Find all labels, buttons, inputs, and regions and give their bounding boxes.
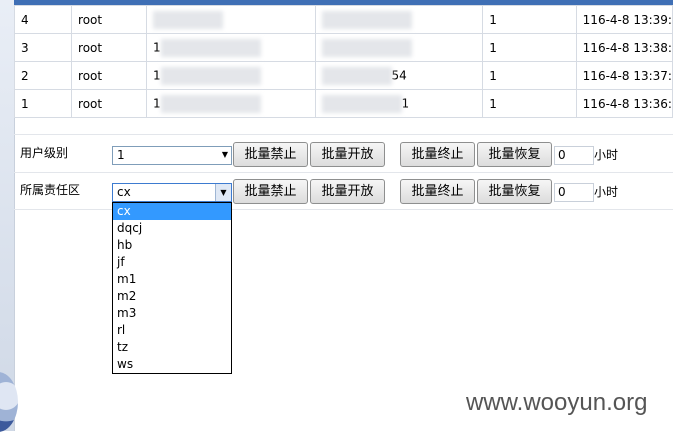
batch-stop-button[interactable]: 批量终止 xyxy=(400,142,475,167)
dropdown-option[interactable]: m2 xyxy=(113,288,231,305)
row-redacted-ip: 1 xyxy=(146,61,316,90)
watermark-text: www.wooyun.org xyxy=(466,389,648,416)
partial-text: 1 xyxy=(401,96,410,110)
row-time: 116-4-8 13:36: xyxy=(575,89,673,118)
zone-dropdown-list[interactable]: cx dqcj hb jf m1 m2 m3 rl tz ws xyxy=(112,202,232,374)
dropdown-option[interactable]: jf xyxy=(113,254,231,271)
hours-unit-label: 小时 xyxy=(594,148,619,162)
table-row: 3 root 1 1 116-4-8 13:38: xyxy=(13,33,673,62)
row-user: root xyxy=(71,33,148,62)
row-redacted-host xyxy=(314,33,484,62)
table-row: 1 root 1 1 1 116-4-8 13:36: xyxy=(13,89,673,118)
batch-ban-button[interactable]: 批量禁止 xyxy=(233,179,308,204)
decorative-globe-icon xyxy=(0,372,18,432)
user-level-value: 1 xyxy=(117,148,125,162)
batch-restore-button[interactable]: 批量恢复 xyxy=(477,179,552,204)
row-redacted-ip xyxy=(146,5,316,34)
row-user: root xyxy=(71,61,148,90)
batch-stop-button[interactable]: 批量终止 xyxy=(400,179,475,204)
dropdown-option[interactable]: ws xyxy=(113,356,231,373)
zone-value: cx xyxy=(117,185,131,199)
hours-input[interactable]: 0 xyxy=(554,146,594,165)
row-count: 1 xyxy=(482,5,577,34)
dropdown-option[interactable]: rl xyxy=(113,322,231,339)
row-redacted-host: 1 xyxy=(314,89,484,118)
row-id: 1 xyxy=(13,89,73,118)
hours-input[interactable]: 0 xyxy=(554,183,594,202)
table-row: 2 root 1 54 1 116-4-8 13:37: xyxy=(13,61,673,90)
row-redacted-host: 54 xyxy=(314,61,484,90)
batch-restore-button[interactable]: 批量恢复 xyxy=(477,142,552,167)
row-count: 1 xyxy=(482,61,577,90)
row-id: 2 xyxy=(13,61,73,90)
row-id: 3 xyxy=(13,33,73,62)
dropdown-option[interactable]: hb xyxy=(113,237,231,254)
dropdown-option[interactable]: cx xyxy=(113,203,231,220)
zone-label: 所属责任区 xyxy=(20,183,81,197)
batch-open-button[interactable]: 批量开放 xyxy=(310,142,385,167)
dropdown-option[interactable]: m3 xyxy=(113,305,231,322)
dropdown-option[interactable]: dqcj xyxy=(113,220,231,237)
batch-open-button[interactable]: 批量开放 xyxy=(310,179,385,204)
row-time: 116-4-8 13:37: xyxy=(575,61,673,90)
zone-select[interactable]: cx ▼ xyxy=(112,183,232,202)
chevron-down-icon[interactable]: ▼ xyxy=(215,184,231,201)
row-redacted-ip: 1 xyxy=(146,33,316,62)
table-row: 4 root 1 116-4-8 13:39: xyxy=(13,5,673,34)
row-time: 116-4-8 13:38: xyxy=(575,33,673,62)
row-count: 1 xyxy=(482,33,577,62)
partial-text: 1 xyxy=(153,96,161,110)
partial-text: 54 xyxy=(391,68,407,82)
row-redacted-ip: 1 xyxy=(146,89,316,118)
left-sidebar-strip xyxy=(0,0,15,431)
user-level-row: 用户级别 1 ▼ 批量禁止 批量开放 批量终止 批量恢复 0 小时 xyxy=(14,134,673,173)
batch-ban-button[interactable]: 批量禁止 xyxy=(233,142,308,167)
row-id: 4 xyxy=(13,5,73,34)
row-time: 116-4-8 13:39: xyxy=(575,5,673,34)
row-count: 1 xyxy=(482,89,577,118)
partial-text: 1 xyxy=(153,68,161,82)
row-user: root xyxy=(71,5,148,34)
dropdown-option[interactable]: tz xyxy=(113,339,231,356)
chevron-down-icon[interactable]: ▼ xyxy=(222,150,228,159)
log-table: 4 root 1 116-4-8 13:39: 3 root 1 1 116-4… xyxy=(13,5,673,118)
row-user: root xyxy=(71,89,148,118)
dropdown-option[interactable]: m1 xyxy=(113,271,231,288)
user-level-select[interactable]: 1 ▼ xyxy=(112,146,232,165)
user-level-label: 用户级别 xyxy=(20,146,69,160)
row-redacted-host xyxy=(314,5,484,34)
hours-unit-label: 小时 xyxy=(594,185,619,199)
hours-value: 0 xyxy=(558,185,566,199)
hours-value: 0 xyxy=(558,148,566,162)
partial-text: 1 xyxy=(153,40,161,54)
